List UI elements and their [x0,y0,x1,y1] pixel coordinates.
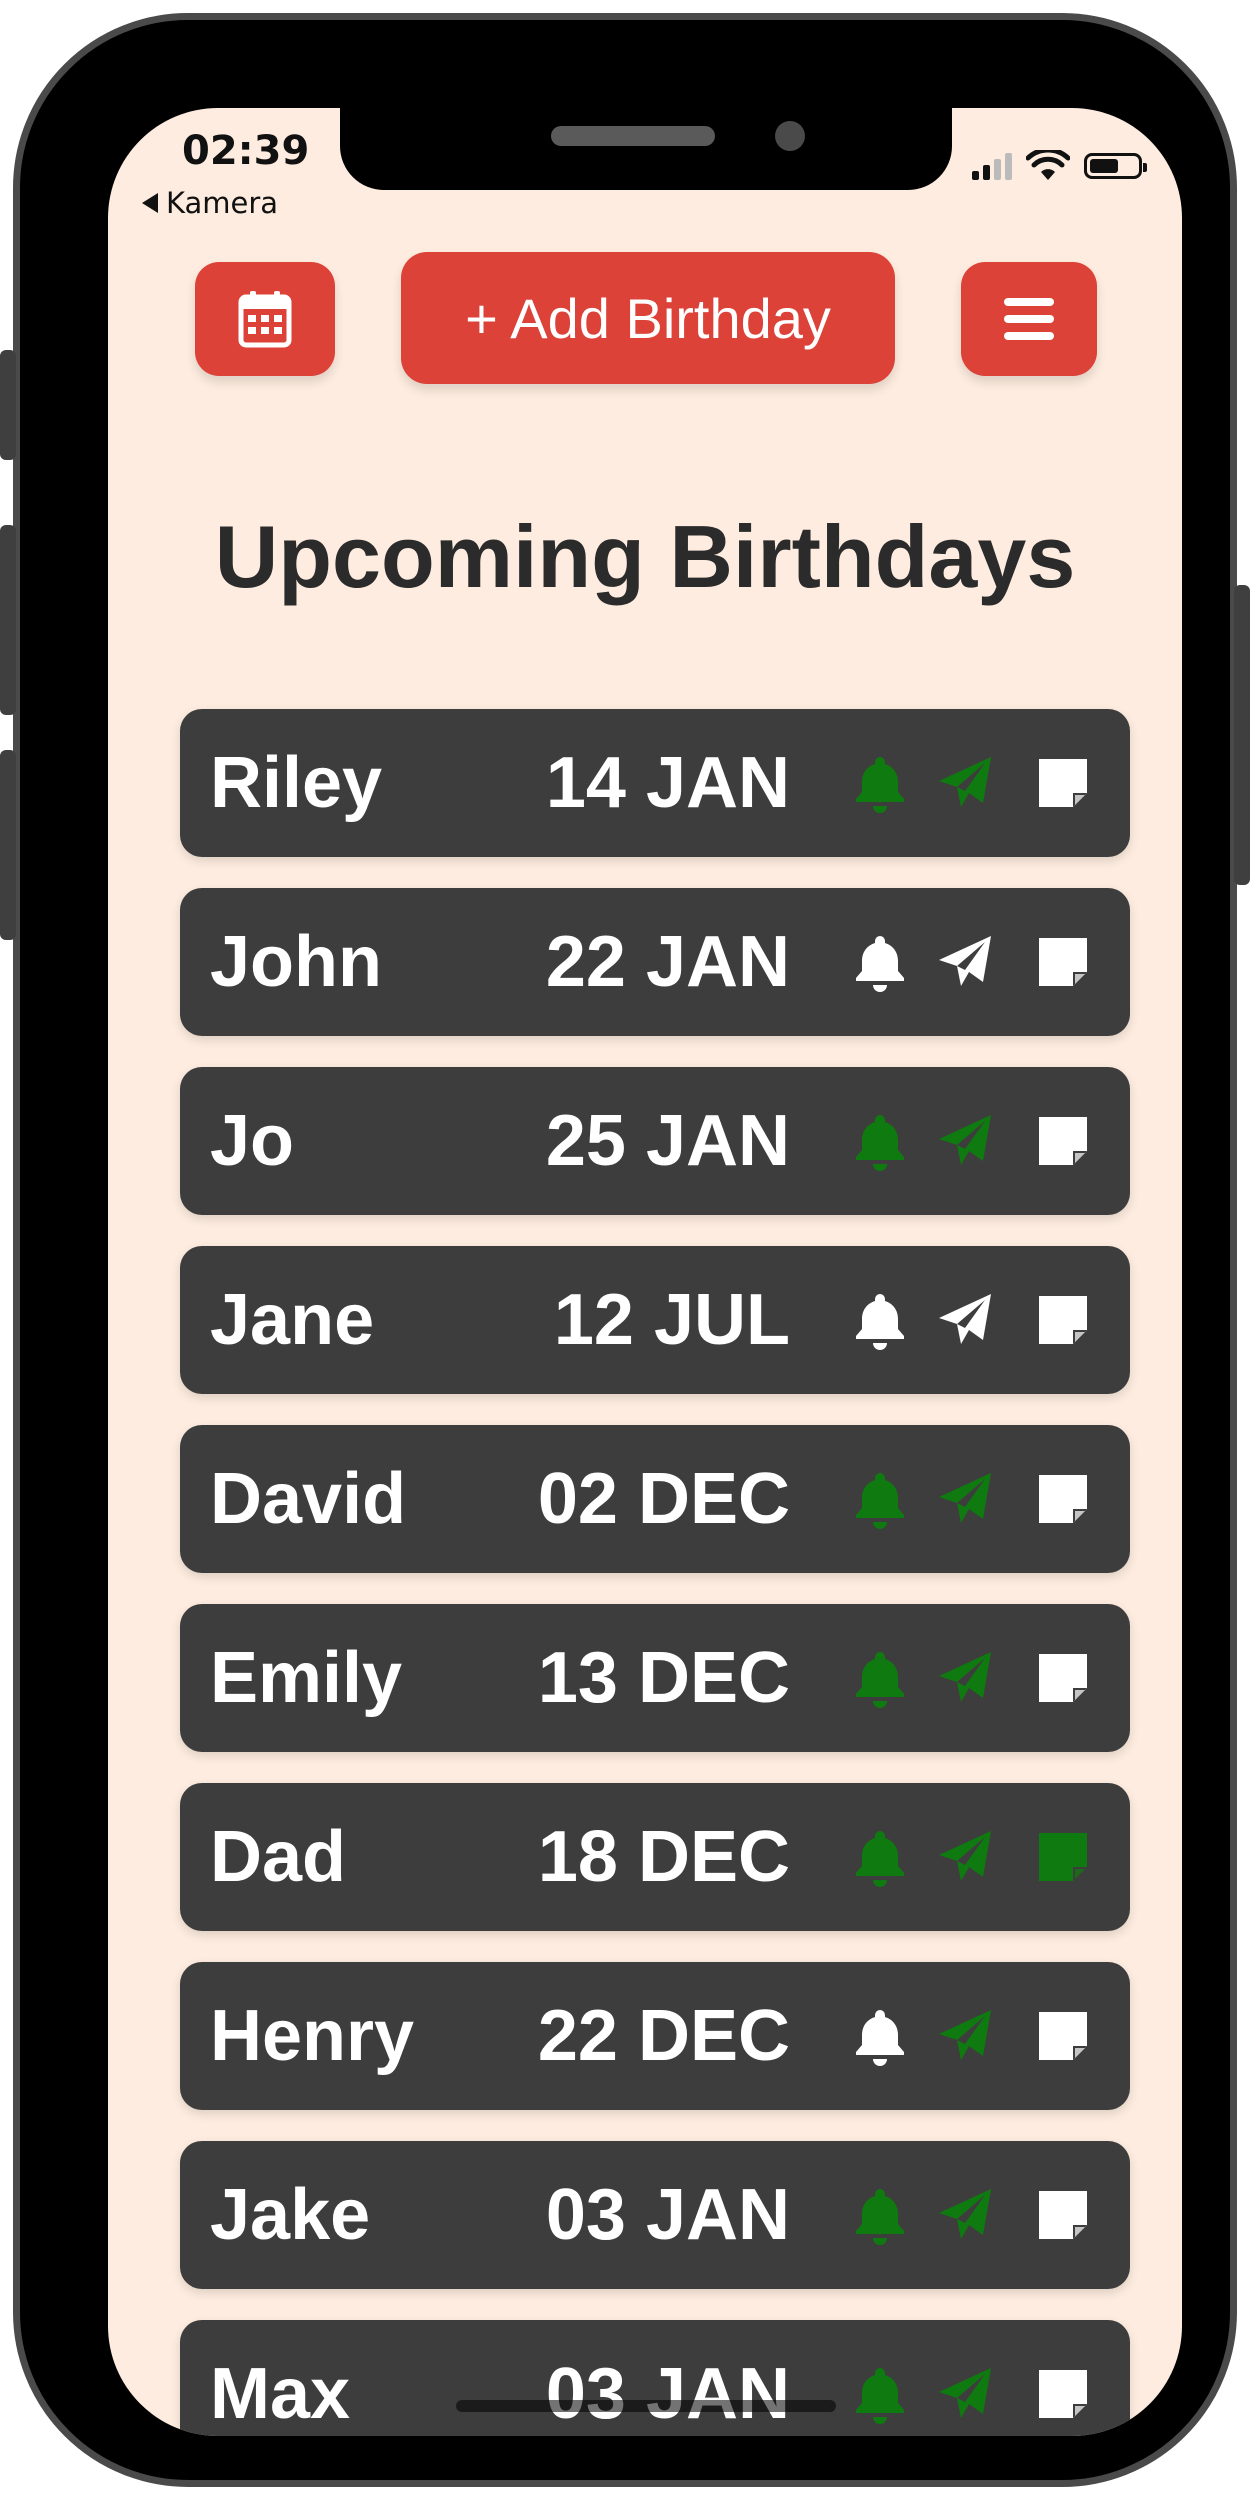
speaker-grille [551,126,715,146]
birthday-name: Riley [210,743,383,823]
home-indicator[interactable] [456,2400,836,2412]
volume-up-button[interactable] [0,525,16,715]
hamburger-menu-icon [1004,298,1054,340]
reminder-bell-icon[interactable] [850,1111,910,1171]
birthday-name: Henry [210,1996,415,2076]
birthday-date: 03 JAN [545,2354,790,2434]
send-message-icon[interactable] [935,1469,995,1529]
send-message-icon[interactable] [935,1648,995,1708]
phone-frame: 02:39 Kamera + Add Birthday Upcoming Bir… [0,13,1250,2487]
birthday-date: 12 JUL [553,1280,790,1360]
birthday-row[interactable]: John 22 JAN [180,888,1130,1036]
note-icon[interactable] [1033,2185,1093,2245]
send-message-icon[interactable] [935,2006,995,2066]
birthday-date: 18 DEC [537,1817,790,1897]
birthday-date: 02 DEC [537,1459,790,1539]
birthday-date: 22 DEC [537,1996,790,2076]
reminder-bell-icon[interactable] [850,2364,910,2424]
send-message-icon[interactable] [935,1827,995,1887]
reminder-bell-icon[interactable] [850,1827,910,1887]
note-icon[interactable] [1033,2364,1093,2424]
back-app-label: Kamera [166,186,279,220]
note-icon[interactable] [1033,1469,1093,1529]
reminder-bell-icon[interactable] [850,2006,910,2066]
note-icon[interactable] [1033,932,1093,992]
reminder-bell-icon[interactable] [850,2185,910,2245]
wifi-icon [1026,150,1070,180]
reminder-bell-icon[interactable] [850,1648,910,1708]
birthday-row[interactable]: Emily 13 DEC [180,1604,1130,1752]
page-title: Upcoming Birthdays [214,507,1076,606]
birthday-name: Jane [210,1280,375,1360]
power-button[interactable] [1234,585,1250,885]
app-screen: 02:39 Kamera + Add Birthday Upcoming Bir… [108,108,1182,2436]
notch [340,108,952,190]
reminder-bell-icon[interactable] [850,932,910,992]
birthday-name: Jake [210,2175,371,2255]
menu-button[interactable] [961,262,1097,376]
volume-down-button[interactable] [0,750,16,940]
reminder-bell-icon[interactable] [850,1469,910,1529]
birthday-date: 25 JAN [545,1101,790,1181]
birthday-date: 14 JAN [545,743,790,823]
birthday-date: 22 JAN [545,922,790,1002]
calendar-icon [238,291,292,348]
send-message-icon[interactable] [935,2185,995,2245]
send-message-icon[interactable] [935,2364,995,2424]
cellular-signal-icon [972,152,1012,180]
note-icon[interactable] [1033,1111,1093,1171]
birthday-date: 03 JAN [545,2175,790,2255]
birthday-row[interactable]: Jake 03 JAN [180,2141,1130,2289]
note-icon[interactable] [1033,753,1093,813]
back-triangle-icon [142,193,158,213]
birthday-name: Max [210,2354,351,2434]
birthday-name: Dad [210,1817,347,1897]
send-message-icon[interactable] [935,1290,995,1350]
birthday-row[interactable]: David 02 DEC [180,1425,1130,1573]
birthday-name: Jo [210,1101,295,1181]
birthday-row[interactable]: Riley 14 JAN [180,709,1130,857]
send-message-icon[interactable] [935,1111,995,1171]
birthday-name: David [210,1459,407,1539]
back-to-app-link[interactable]: Kamera [142,186,278,220]
birthday-name: Emily [210,1638,403,1718]
birthday-row[interactable]: Max 03 JAN [180,2320,1130,2436]
battery-icon [1084,153,1147,179]
status-icons [972,150,1147,182]
birthday-row[interactable]: Jane 12 JUL [180,1246,1130,1394]
note-icon[interactable] [1033,1290,1093,1350]
ringer-switch[interactable] [0,350,16,460]
birthday-row[interactable]: Henry 22 DEC [180,1962,1130,2110]
status-time: 02:39 [182,128,310,174]
note-icon[interactable] [1033,1648,1093,1708]
calendar-button[interactable] [195,262,335,376]
front-camera [775,121,805,151]
birthday-row[interactable]: Dad 18 DEC [180,1783,1130,1931]
note-icon[interactable] [1033,1827,1093,1887]
note-icon[interactable] [1033,2006,1093,2066]
birthday-date: 13 DEC [537,1638,790,1718]
send-message-icon[interactable] [935,753,995,813]
add-birthday-button[interactable]: + Add Birthday [401,252,895,384]
reminder-bell-icon[interactable] [850,753,910,813]
reminder-bell-icon[interactable] [850,1290,910,1350]
birthday-row[interactable]: Jo 25 JAN [180,1067,1130,1215]
send-message-icon[interactable] [935,932,995,992]
birthday-name: John [210,922,382,1002]
